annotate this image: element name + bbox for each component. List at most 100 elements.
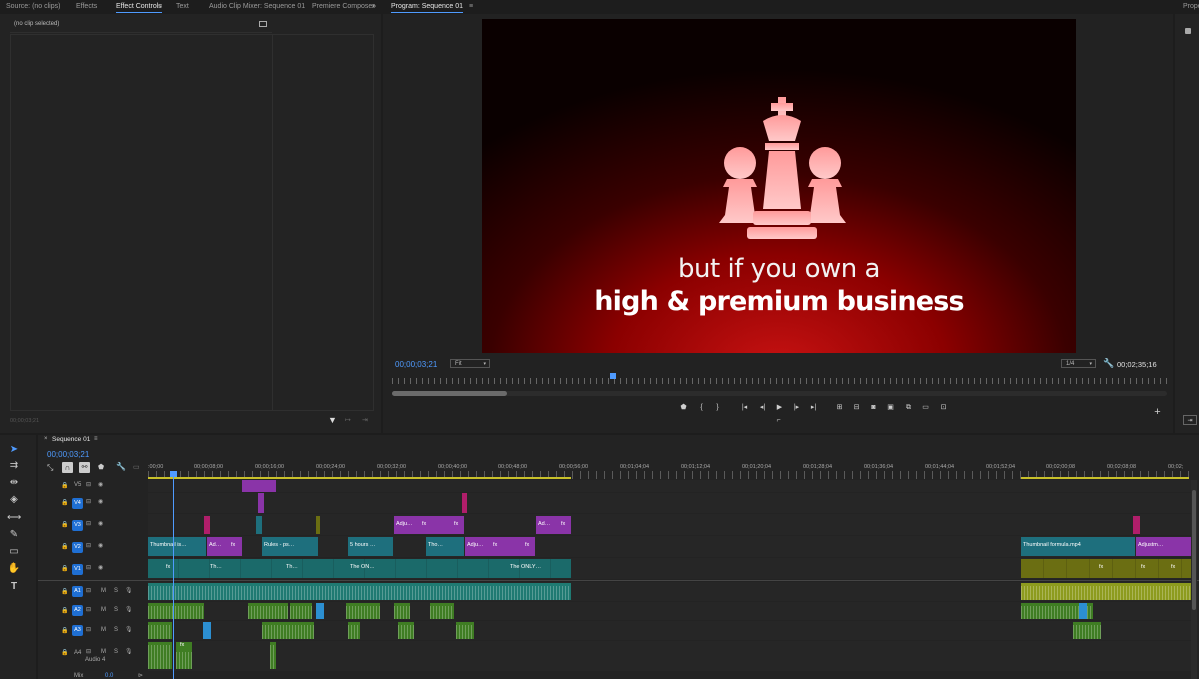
clip-v2-ad[interactable]: Ad… fx [207, 537, 242, 556]
audio-clip-a2-3[interactable] [290, 603, 312, 619]
clip-v4-1[interactable] [258, 493, 264, 513]
add-marker-icon[interactable]: ⬟ [679, 403, 688, 412]
audio-clip-a1-main[interactable] [148, 583, 571, 600]
insert-icon[interactable]: ▣ [886, 403, 895, 412]
microphone-icon[interactable]: 🎙 [125, 648, 133, 655]
ripple-edit-tool-icon[interactable]: ⇹ [7, 476, 21, 490]
audio-clip-a2-5[interactable] [346, 603, 380, 619]
sync-lock-icon[interactable]: ⊟ [86, 498, 91, 505]
track-target-v4[interactable]: V4 [72, 498, 83, 509]
program-monitor-menu[interactable]: ≡ [469, 0, 473, 14]
extract-icon[interactable]: ⊟ [852, 403, 861, 412]
tab-audio-clip-mixer[interactable]: Audio Clip Mixer: Sequence 01 [209, 0, 305, 14]
audio-clip-a2-1[interactable] [148, 603, 204, 619]
mute-button[interactable]: M [101, 627, 106, 633]
lock-icon[interactable]: 🔒 [61, 649, 68, 656]
audio-clip-a3-6[interactable] [456, 622, 474, 639]
safe-margins-icon[interactable]: ▭ [921, 403, 930, 412]
audio-clip-a2-4[interactable] [316, 603, 324, 619]
track-target-v3[interactable]: V3 [72, 520, 83, 531]
eye-icon[interactable]: ◉ [98, 564, 103, 571]
tab-effects[interactable]: Effects [76, 0, 97, 14]
lift-icon[interactable]: ⊞ [835, 403, 844, 412]
settings-wrench-icon[interactable]: 🔧 [1103, 358, 1114, 369]
clip-v3-1[interactable] [204, 516, 210, 534]
clip-v3-adjustment[interactable]: Adju… fx fx [394, 516, 464, 534]
tab-effect-controls-menu[interactable]: ≡ [158, 0, 162, 14]
program-zoom-scrollbar-thumb[interactable] [392, 391, 507, 396]
work-area-bar-right[interactable] [1021, 477, 1189, 479]
lock-icon[interactable]: 🔒 [61, 499, 68, 506]
add-button-icon[interactable]: + [1153, 407, 1162, 418]
sync-lock-icon[interactable]: ⊟ [86, 564, 91, 571]
clip-v2-rules[interactable]: Rules - ps… [262, 537, 318, 556]
timeline-timecode[interactable]: 00;00;03;21 [47, 450, 89, 459]
captions-icon[interactable]: ▭ [133, 463, 140, 471]
eye-icon[interactable]: ◉ [98, 520, 103, 527]
rectangle-tool-icon[interactable]: ▭ [7, 545, 21, 559]
clip-v3-2[interactable] [256, 516, 262, 534]
filter-icon[interactable]: ▼ [328, 415, 337, 425]
sync-lock-icon[interactable]: ⊟ [86, 520, 91, 527]
sync-lock-icon[interactable]: ⊟ [86, 481, 91, 488]
eye-icon[interactable]: ◉ [98, 498, 103, 505]
track-select-tool-icon[interactable]: ⇉ [7, 459, 21, 473]
solo-button[interactable]: S [114, 607, 118, 613]
mute-button[interactable]: M [101, 649, 106, 655]
audio-clip-a3-2[interactable] [203, 622, 211, 639]
zoom-select[interactable]: Fit ▾ [450, 359, 490, 368]
audio-clip-a2-9[interactable] [1079, 603, 1087, 619]
properties-title[interactable]: Prope [1183, 0, 1199, 14]
selection-tool-icon[interactable]: ➤ [7, 443, 21, 457]
video-frame[interactable]: but if you own a high & premium business [482, 19, 1076, 353]
lock-icon[interactable]: 🔒 [61, 588, 68, 595]
snap-icon[interactable]: ∩ [62, 462, 73, 473]
sync-lock-icon[interactable]: ⊟ [86, 648, 91, 655]
clip-v1-right[interactable]: fx fx fx [1021, 559, 1193, 578]
audio-clip-a3-1[interactable] [148, 622, 172, 639]
clip-v3-3[interactable] [316, 516, 320, 534]
properties-item-icon[interactable] [1185, 28, 1191, 34]
clip-v2-thumbnail-formula[interactable]: Thumbnail formula.mp4 [1021, 537, 1135, 556]
eye-icon[interactable]: ◉ [98, 542, 103, 549]
lock-icon[interactable]: 🔒 [61, 482, 68, 489]
linked-selection-icon[interactable]: ⚯ [79, 462, 90, 473]
tab-text[interactable]: Text [176, 0, 189, 14]
type-tool-icon[interactable]: T [7, 580, 21, 594]
clip-v2-tho[interactable]: Tho… [426, 537, 464, 556]
timeline-vertical-scrollbar[interactable] [1191, 480, 1197, 679]
program-playhead-marker[interactable] [610, 373, 616, 379]
razor-tool-icon[interactable]: ◈ [7, 493, 21, 507]
clip-v4-2[interactable] [462, 493, 467, 513]
properties-bottom-icon[interactable]: ⇥ [1183, 415, 1197, 425]
overwrite-icon[interactable]: ⧉ [904, 403, 913, 412]
microphone-icon[interactable]: 🎙 [125, 606, 133, 613]
audio-clip-a2-7[interactable] [430, 603, 454, 619]
eye-icon[interactable]: ◉ [98, 481, 103, 488]
audio-clip-a2-6[interactable] [394, 603, 410, 619]
clip-v2-adju[interactable]: Adju… fx fx [465, 537, 535, 556]
program-timecode[interactable]: 00;00;03;21 [395, 360, 437, 369]
mute-button[interactable]: M [101, 588, 106, 594]
step-forward-icon[interactable]: |▸ [792, 403, 801, 412]
tab-effect-controls[interactable]: Effect Controls [116, 0, 162, 14]
mark-in-icon[interactable]: { [697, 403, 706, 412]
audio-clip-a1-right[interactable] [1021, 583, 1193, 600]
track-target-a3[interactable]: A3 [72, 625, 83, 636]
slip-tool-icon[interactable]: ⟷ [7, 511, 21, 525]
clip-v1-main[interactable]: fx Th… Th… The ON… The ONLY… [148, 559, 571, 578]
audio-clip-a2-2[interactable] [248, 603, 288, 619]
solo-button[interactable]: S [114, 588, 118, 594]
hand-tool-icon[interactable]: ✋ [7, 562, 21, 576]
sync-lock-icon[interactable]: ⊟ [86, 587, 91, 594]
audio-clip-a4-3[interactable] [270, 642, 276, 669]
track-target-v2[interactable]: V2 [72, 542, 83, 553]
timeline-vertical-scrollbar-thumb[interactable] [1192, 490, 1196, 610]
lock-icon[interactable]: 🔒 [61, 543, 68, 550]
timeline-playhead[interactable] [173, 472, 174, 679]
clip-v2-5hours[interactable]: 5 hours … [348, 537, 393, 556]
nest-icon[interactable]: ⤡ [47, 463, 53, 473]
timeline-playhead-head[interactable] [170, 471, 177, 477]
mark-out-icon[interactable]: } [713, 403, 722, 412]
panel-toggle-icon[interactable] [259, 21, 267, 27]
